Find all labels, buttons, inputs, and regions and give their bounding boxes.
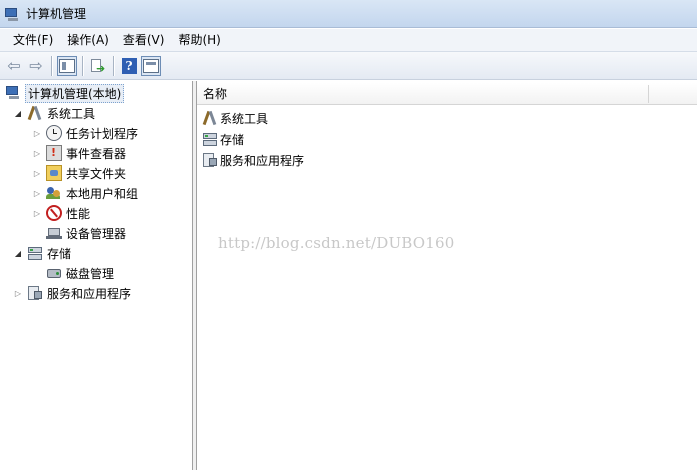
services-icon (202, 152, 218, 168)
expanded-arrow-icon[interactable]: ◢ (13, 109, 23, 118)
list-item[interactable]: 服务和应用程序 (202, 150, 304, 170)
help-icon: ? (121, 57, 137, 74)
menu-help[interactable]: 帮助(H) (171, 29, 227, 51)
storage-icon (27, 245, 43, 261)
system-tools-icon (27, 105, 43, 121)
tree-item-event-viewer[interactable]: ▷ 事件查看器 (32, 143, 126, 163)
performance-icon (46, 205, 62, 221)
forward-icon: ⇨ (29, 55, 43, 75)
list-item-label: 存储 (220, 132, 245, 147)
tree-item-label: 本地用户和组 (66, 186, 139, 201)
show-hide-action-pane-icon (143, 58, 159, 73)
show-hide-console-tree-button[interactable] (57, 55, 77, 76)
toolbar-separator (82, 55, 84, 76)
collapsed-arrow-icon[interactable]: ▷ (13, 289, 23, 298)
export-list-button[interactable]: ➜ (88, 56, 108, 76)
toolbar: ⇦ ⇨ ➜ ? (0, 52, 697, 80)
services-icon (27, 285, 43, 301)
window-title: 计算机管理 (26, 7, 87, 21)
collapsed-arrow-icon[interactable]: ▷ (32, 169, 42, 178)
back-icon: ⇦ (7, 55, 21, 75)
collapsed-arrow-icon[interactable]: ▷ (32, 209, 42, 218)
column-header-name[interactable]: 名称 (203, 83, 227, 105)
tree-item-label: 共享文件夹 (66, 166, 127, 181)
back-button[interactable]: ⇦ (4, 56, 24, 76)
tree-item-system-tools[interactable]: ◢ 系统工具 (13, 103, 95, 123)
tree-item-label: 性能 (66, 206, 91, 221)
tree-item-computer-management[interactable]: 计算机管理(本地) (5, 83, 125, 103)
forward-button[interactable]: ⇨ (26, 56, 46, 76)
tree-item-disk-management[interactable]: 磁盘管理 (46, 263, 114, 283)
tree-item-storage[interactable]: ◢ 存储 (13, 243, 71, 263)
list-header: 名称 (197, 83, 697, 105)
tree-item-label: 设备管理器 (66, 226, 127, 241)
collapsed-arrow-icon[interactable]: ▷ (32, 149, 42, 158)
computer-management-icon (5, 85, 21, 101)
users-icon (46, 185, 62, 201)
menu-view[interactable]: 查看(V) (116, 29, 172, 51)
tree-item-device-manager[interactable]: 设备管理器 (46, 223, 126, 243)
computer-management-icon (4, 7, 20, 21)
event-viewer-icon (46, 145, 62, 161)
tree-item-label: 服务和应用程序 (47, 286, 132, 301)
tree-item-label: 计算机管理(本地) (25, 83, 125, 103)
list-item[interactable]: 存储 (202, 129, 244, 149)
tree-item-label: 事件查看器 (66, 146, 127, 161)
system-tools-icon (202, 110, 218, 126)
task-scheduler-icon (46, 125, 62, 141)
watermark-text: http://blog.csdn.net/DUBO160 (218, 234, 455, 252)
tree-item-shared-folders[interactable]: ▷ 共享文件夹 (32, 163, 126, 183)
shared-folders-icon (46, 165, 62, 181)
tree-item-label: 任务计划程序 (66, 126, 139, 141)
storage-icon (202, 131, 218, 147)
list-item-label: 服务和应用程序 (220, 153, 305, 168)
help-button[interactable]: ? (119, 56, 139, 76)
tree-item-label: 存储 (47, 246, 72, 261)
menu-bar: 文件(F) 操作(A) 查看(V) 帮助(H) (0, 29, 697, 52)
tree-item-task-scheduler[interactable]: ▷ 任务计划程序 (32, 123, 138, 143)
tree-item-label: 系统工具 (47, 106, 96, 121)
menu-file[interactable]: 文件(F) (6, 29, 60, 51)
show-hide-console-tree-icon (59, 58, 75, 73)
tree-item-label: 磁盘管理 (66, 266, 115, 281)
tree-item-performance[interactable]: ▷ 性能 (32, 203, 90, 223)
title-bar: 计算机管理 (0, 0, 697, 28)
tree-item-local-users-groups[interactable]: ▷ 本地用户和组 (32, 183, 138, 203)
list-item[interactable]: 系统工具 (202, 108, 268, 128)
tree-item-services-apps[interactable]: ▷ 服务和应用程序 (13, 283, 131, 303)
device-manager-icon (46, 225, 62, 241)
toolbar-separator (113, 55, 115, 76)
expanded-arrow-icon[interactable]: ◢ (13, 249, 23, 258)
collapsed-arrow-icon[interactable]: ▷ (32, 129, 42, 138)
column-divider[interactable] (648, 85, 649, 103)
show-hide-action-pane-button[interactable] (141, 55, 161, 76)
export-list-icon: ➜ (90, 58, 106, 74)
collapsed-arrow-icon[interactable]: ▷ (32, 189, 42, 198)
list-item-label: 系统工具 (220, 111, 269, 126)
details-pane[interactable]: 名称 系统工具 存储 服务和应用程序 http://blog.csdn.net/… (197, 81, 697, 470)
menu-action[interactable]: 操作(A) (60, 29, 116, 51)
toolbar-separator (51, 55, 53, 76)
console-tree[interactable]: 计算机管理(本地) ◢ 系统工具 ▷ 任务计划程序 ▷ 事件查看器 ▷ 共享文件… (0, 81, 193, 470)
disk-management-icon (46, 265, 62, 281)
